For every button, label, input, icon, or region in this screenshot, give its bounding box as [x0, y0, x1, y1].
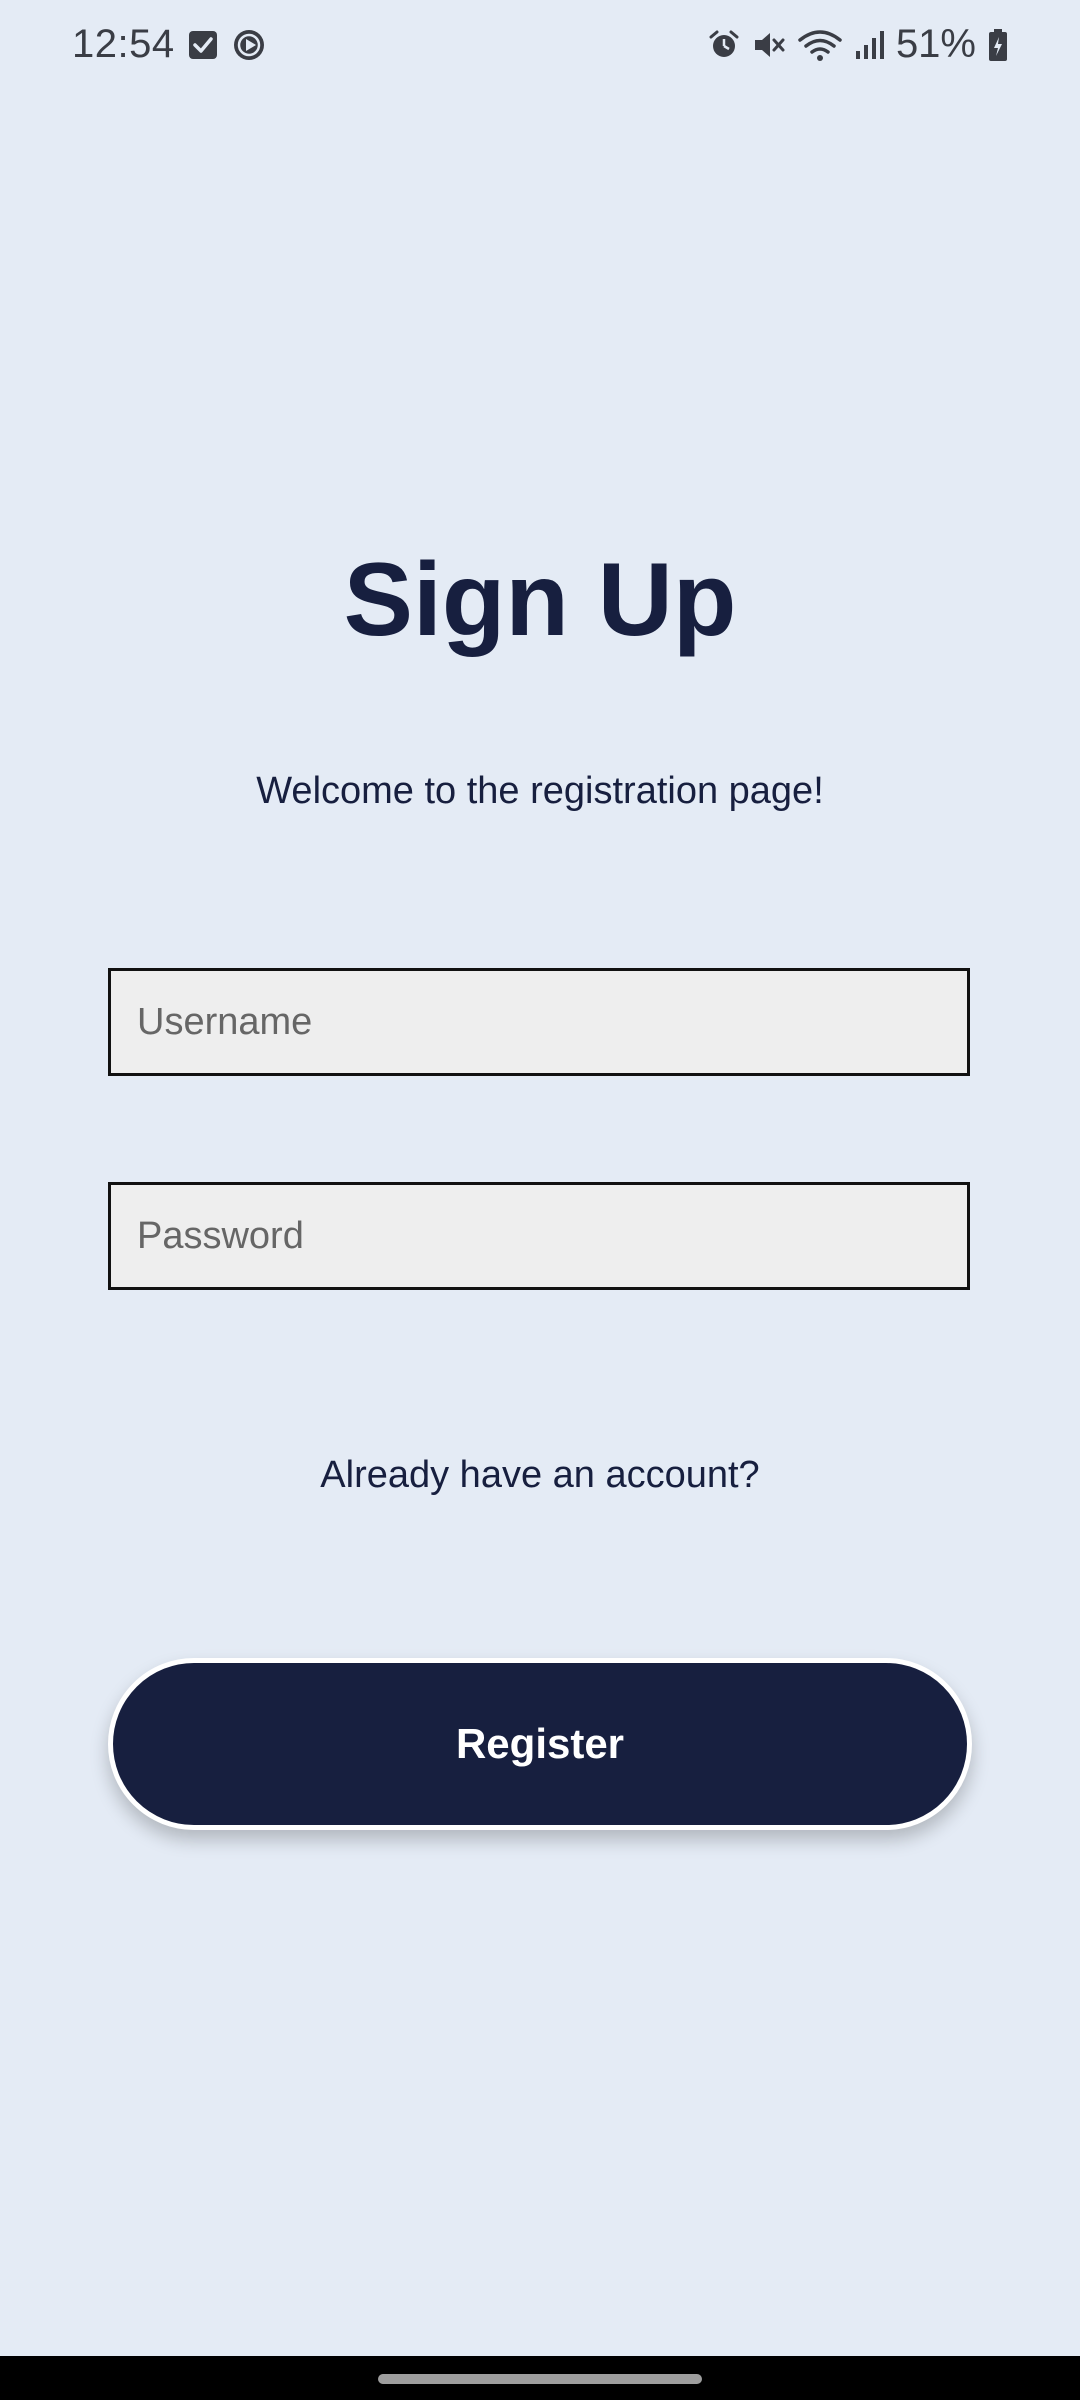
status-right-icons: 51%: [708, 22, 1008, 67]
welcome-text: Welcome to the registration page!: [256, 770, 824, 812]
battery-percentage: 51%: [895, 22, 976, 66]
username-input[interactable]: [108, 968, 970, 1076]
status-time: 12:54: [72, 22, 175, 66]
status-bar: 12:54 51%: [0, 0, 1080, 96]
checkbox-notification-icon: [188, 30, 218, 60]
alarm-icon: [708, 29, 740, 61]
page-title: Sign Up: [343, 542, 737, 658]
wifi-icon: [798, 28, 842, 62]
mute-icon: [752, 29, 786, 61]
media-play-icon: [232, 28, 266, 62]
password-input[interactable]: [108, 1182, 970, 1290]
register-button[interactable]: Register: [108, 1658, 972, 1830]
already-have-account-link[interactable]: Already have an account?: [0, 1452, 1080, 1498]
signal-icon: [854, 29, 884, 61]
battery-icon: [988, 28, 1008, 62]
status-left-icons: [188, 28, 266, 62]
home-indicator[interactable]: [378, 2374, 702, 2384]
navigation-bar: [0, 2356, 1080, 2400]
